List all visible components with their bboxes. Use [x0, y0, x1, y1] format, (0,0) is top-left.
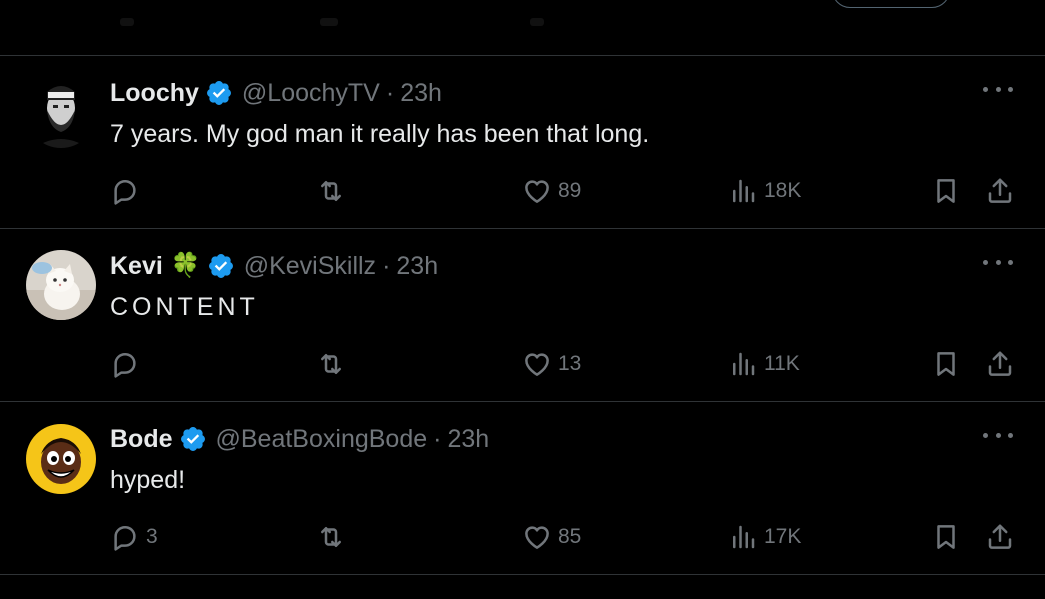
like-button[interactable]: 13 [522, 346, 581, 382]
heart-icon [525, 353, 549, 376]
fragment [530, 18, 544, 26]
tweet-header: Kevi 🍀 @KeviSkillz · 23h [110, 251, 438, 281]
display-name[interactable]: Loochy [110, 78, 199, 108]
display-name[interactable]: Bode [110, 424, 173, 454]
timestamp[interactable]: 23h [400, 78, 442, 108]
tweet[interactable]: Loochy @LoochyTV · 23h 7 years. My god m… [0, 56, 1045, 229]
bookmark-button[interactable] [931, 519, 961, 555]
bookmark-icon [937, 179, 955, 203]
reply-icon [114, 353, 136, 378]
bookmark-icon [937, 352, 955, 376]
tweet-actions: 13 11K [0, 346, 1045, 382]
share-icon [988, 178, 1012, 203]
display-name[interactable]: Kevi [110, 251, 163, 281]
like-button[interactable]: 89 [522, 173, 581, 209]
share-icon [988, 351, 1012, 376]
timestamp[interactable]: 23h [396, 251, 438, 281]
white-kitten-avatar-icon [26, 250, 96, 320]
clover-emoji: 🍀 [170, 252, 201, 279]
bookmark-button[interactable] [931, 346, 961, 382]
handle[interactable]: @LoochyTV [242, 78, 380, 108]
heart-icon [525, 526, 549, 549]
separator: · [385, 79, 395, 107]
like-count: 13 [558, 352, 582, 375]
verified-badge-icon[interactable] [179, 425, 207, 453]
separator: · [382, 252, 391, 280]
views-button[interactable]: 11K [728, 346, 800, 382]
repost-icon [321, 354, 341, 374]
tweet-text: hyped! [110, 466, 186, 494]
tweet-header: Bode @BeatBoxingBode · 23h [110, 424, 489, 454]
repost-button[interactable] [316, 173, 352, 209]
bookmark-button[interactable] [931, 173, 961, 209]
repost-icon [321, 527, 341, 547]
share-button[interactable] [985, 346, 1015, 382]
like-button[interactable]: 85 [522, 519, 581, 555]
timestamp[interactable]: 23h [447, 424, 489, 454]
reply-button[interactable] [110, 173, 146, 209]
tweet-actions: 89 18K [0, 173, 1045, 209]
timeline-feed: Loochy @LoochyTV · 23h 7 years. My god m… [0, 0, 1045, 599]
views-chart-icon [733, 525, 755, 549]
tweet[interactable]: Bode @BeatBoxingBode · 23h hyped! 3 85 1… [0, 402, 1045, 575]
separator: · [433, 425, 442, 453]
fragment [320, 18, 338, 26]
reply-icon [114, 526, 136, 551]
repost-button[interactable] [316, 346, 352, 382]
like-count: 89 [558, 179, 582, 202]
share-icon [988, 524, 1012, 549]
tweet-actions: 3 85 17K [0, 519, 1045, 555]
reply-button[interactable] [110, 346, 146, 382]
repost-icon [321, 181, 341, 201]
cartoon-face-avatar-icon [26, 424, 96, 494]
views-button[interactable]: 17K [728, 519, 801, 555]
tweet-header: Loochy @LoochyTV · 23h [110, 78, 442, 108]
more-options-icon[interactable] [983, 428, 1013, 442]
avatar[interactable] [26, 424, 96, 494]
reply-icon [114, 180, 136, 205]
verified-badge-icon[interactable] [205, 79, 233, 107]
views-chart-icon [733, 179, 755, 203]
bookmark-icon [937, 525, 955, 549]
previous-tweet-fragment [0, 0, 1045, 56]
bearded-man-avatar-icon [26, 78, 96, 148]
views-button[interactable]: 18K [728, 173, 801, 209]
share-button[interactable] [985, 519, 1015, 555]
more-options-icon[interactable] [983, 255, 1013, 269]
verified-badge-icon[interactable] [207, 252, 235, 280]
avatar[interactable] [26, 250, 96, 320]
more-options-icon[interactable] [983, 82, 1013, 96]
handle[interactable]: @BeatBoxingBode [216, 424, 428, 454]
like-count: 85 [558, 525, 582, 548]
repost-button[interactable] [316, 519, 352, 555]
view-count: 17K [764, 525, 802, 548]
follow-button-fragment[interactable] [832, 0, 950, 8]
reply-count: 3 [146, 525, 158, 548]
reply-button[interactable]: 3 [110, 519, 158, 555]
view-count: 18K [764, 179, 802, 202]
views-chart-icon [733, 352, 755, 376]
tweet-text: 7 years. My god man it really has been t… [110, 120, 650, 148]
fragment [120, 18, 134, 26]
share-button[interactable] [985, 173, 1015, 209]
tweet[interactable]: Kevi 🍀 @KeviSkillz · 23h CONTENT 13 11K [0, 229, 1045, 402]
avatar[interactable] [26, 78, 96, 148]
view-count: 11K [764, 352, 800, 375]
heart-icon [525, 180, 549, 203]
tweet-text: CONTENT [110, 293, 259, 321]
handle[interactable]: @KeviSkillz [244, 251, 376, 281]
